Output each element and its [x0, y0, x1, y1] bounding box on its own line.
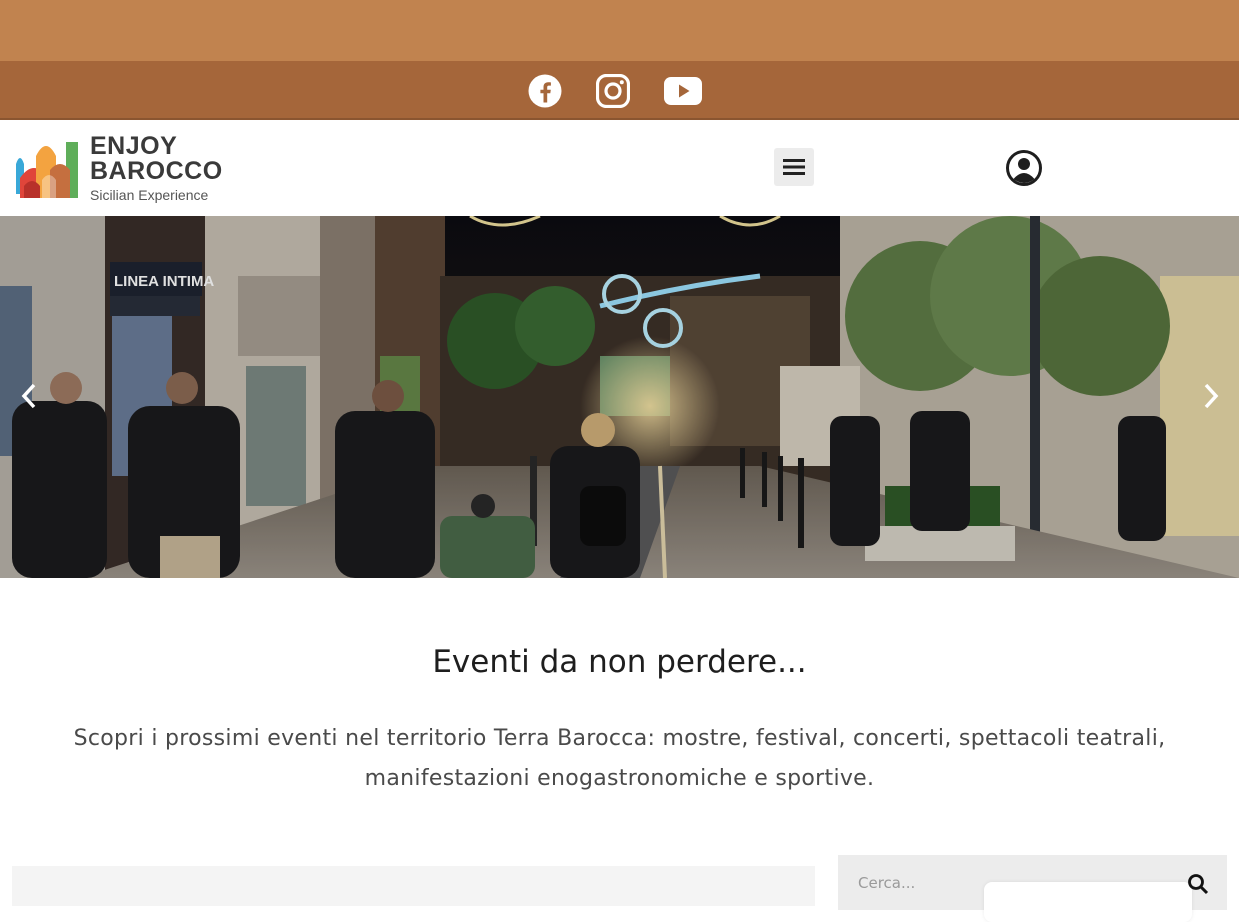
slider-prev-button[interactable] — [14, 381, 44, 411]
search-submit-button[interactable] — [1187, 873, 1209, 895]
menu-button[interactable] — [774, 148, 814, 186]
brand-tagline: Sicilian Experience — [90, 187, 209, 203]
user-account-button[interactable] — [1005, 149, 1043, 187]
instagram-icon[interactable] — [595, 73, 631, 109]
site-header: ENJOY BAROCCO Sicilian Experience — [0, 118, 1239, 216]
social-bar — [0, 61, 1239, 118]
events-list-panel — [12, 866, 815, 906]
search-widget — [838, 855, 1227, 922]
events-description: Scopri i prossimi eventi nel territorio … — [0, 719, 1239, 799]
events-description-line-2: manifestazioni enogastronomiche e sporti… — [364, 766, 875, 791]
hero-street-photo: LINEA INTIMA — [0, 216, 1239, 578]
facebook-icon[interactable] — [527, 73, 563, 109]
slider-next-button[interactable] — [1196, 381, 1226, 411]
top-strip — [0, 0, 1239, 61]
enjoy-barocco-logo-mark — [16, 141, 78, 198]
user-icon — [1006, 150, 1042, 186]
chevron-right-icon — [1204, 383, 1219, 409]
search-suggestion-popup — [984, 882, 1192, 922]
events-title: Eventi da non perdere... — [432, 644, 807, 680]
youtube-icon[interactable] — [663, 73, 703, 109]
chevron-left-icon — [21, 383, 36, 409]
search-icon — [1188, 874, 1209, 895]
hero-slider: LINEA INTIMA — [0, 216, 1239, 578]
events-description-line-1: Scopri i prossimi eventi nel territorio … — [73, 726, 1166, 751]
hamburger-icon — [783, 159, 805, 175]
site-logo[interactable]: ENJOY BAROCCO Sicilian Experience — [14, 134, 223, 203]
brand-line-1: ENJOY — [90, 132, 178, 160]
brand-line-2: BAROCCO — [90, 157, 223, 185]
